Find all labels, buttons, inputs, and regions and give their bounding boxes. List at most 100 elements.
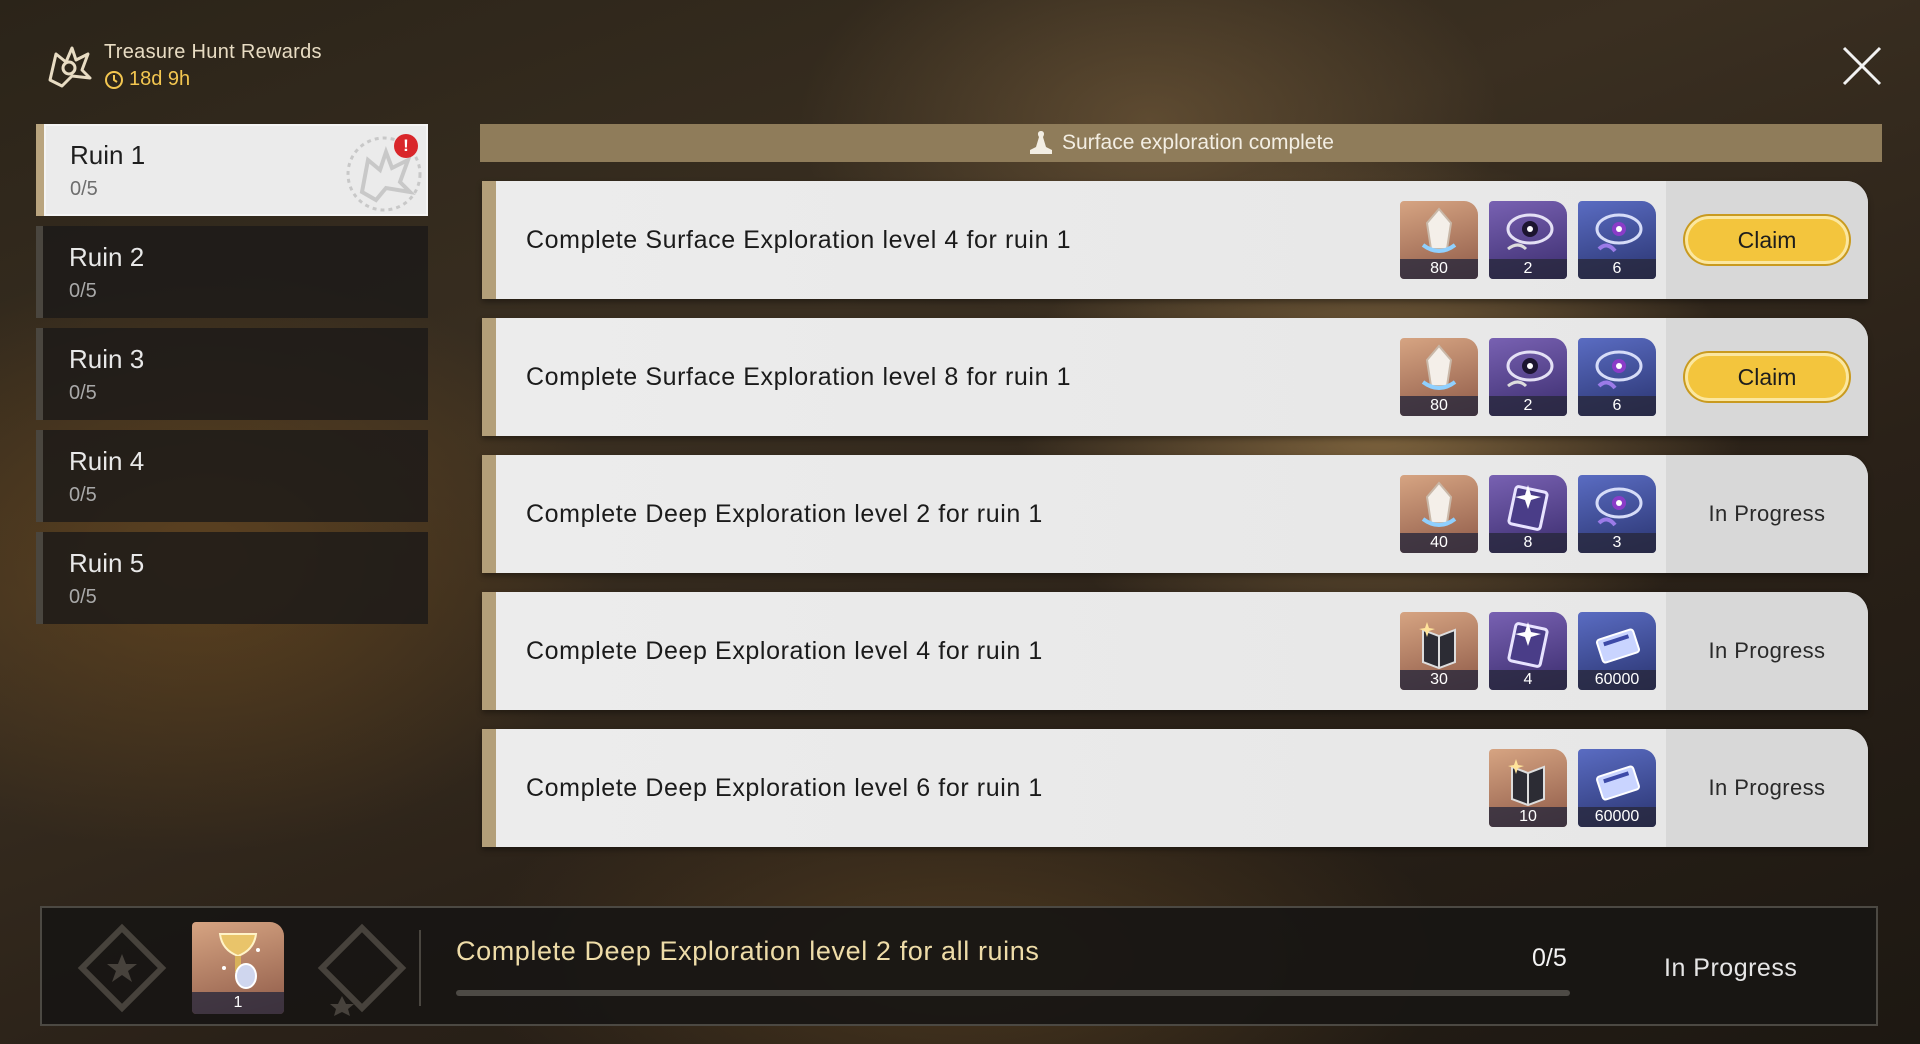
- claim-button[interactable]: Claim: [1685, 216, 1849, 264]
- ruin-progress: 0/5: [69, 586, 97, 608]
- quest-row: Complete Deep Exploration level 6 for ru…: [482, 729, 1868, 847]
- ruin-name: Ruin 4: [69, 446, 145, 476]
- reward-list: 10 60000: [1478, 749, 1656, 827]
- crystal-icon: [1421, 481, 1457, 527]
- crystal-icon: [1421, 344, 1457, 390]
- reward-count: 2: [1489, 259, 1567, 279]
- quest-description: Complete Deep Exploration level 2 for ru…: [526, 500, 1043, 528]
- final-quest-status: In Progress: [1664, 954, 1798, 982]
- quest-status: In Progress: [1708, 638, 1826, 663]
- reward-item[interactable]: 60000: [1578, 612, 1656, 690]
- sidebar-item-ruin-3[interactable]: Ruin 3 0/5: [36, 328, 428, 420]
- quest-status: In Progress: [1708, 501, 1826, 526]
- final-quest-progress-count: 0/5: [1532, 944, 1567, 972]
- reward-item[interactable]: 6: [1578, 338, 1656, 416]
- reward-list: 40 8 3: [1389, 475, 1656, 553]
- banner-text: Surface exploration complete: [1062, 131, 1334, 154]
- quest-action-area: In Progress: [1666, 729, 1868, 847]
- final-reward-item[interactable]: 1: [192, 922, 284, 1014]
- clock-icon: [105, 70, 123, 89]
- reward-list: 30 4 60000: [1389, 612, 1656, 690]
- quest-description: Complete Deep Exploration level 6 for ru…: [526, 774, 1043, 802]
- orb-icon: [1595, 350, 1643, 390]
- reward-item[interactable]: 60000: [1578, 749, 1656, 827]
- reward-count: 2: [1489, 396, 1567, 416]
- reward-count: 3: [1578, 533, 1656, 553]
- quest-row: Complete Deep Exploration level 4 for ru…: [482, 592, 1868, 710]
- reward-count: 6: [1578, 259, 1656, 279]
- reward-item[interactable]: 2: [1489, 338, 1567, 416]
- quest-action-area: Claim: [1666, 181, 1868, 299]
- reward-item[interactable]: 30: [1400, 612, 1478, 690]
- reward-item[interactable]: 3: [1578, 475, 1656, 553]
- event-title: Treasure Hunt Rewards: [104, 41, 322, 63]
- alert-badge: !: [394, 134, 418, 158]
- reward-count: 30: [1400, 670, 1478, 690]
- quest-action-area: In Progress: [1666, 592, 1868, 710]
- quest-row: Complete Surface Exploration level 4 for…: [482, 181, 1868, 299]
- timer-value: 18d 9h: [129, 68, 191, 90]
- data-card-icon: [1507, 485, 1549, 531]
- claim-button[interactable]: Claim: [1685, 353, 1849, 401]
- reward-item[interactable]: 8: [1489, 475, 1567, 553]
- coin-pack-icon: [1596, 765, 1640, 801]
- orb-icon: [1506, 213, 1554, 251]
- event-emblem-icon: [48, 46, 92, 88]
- ruin-name: Ruin 2: [69, 242, 145, 272]
- orb-icon: [1506, 350, 1554, 388]
- quest-description: Complete Surface Exploration level 4 for…: [526, 226, 1072, 254]
- reward-item[interactable]: 80: [1400, 201, 1478, 279]
- reward-count: 1: [192, 992, 284, 1014]
- orb-icon: [1595, 213, 1643, 253]
- ruin-progress: 0/5: [69, 280, 97, 302]
- reward-count: 80: [1400, 259, 1478, 279]
- reward-item[interactable]: 10: [1489, 749, 1567, 827]
- reward-list: 80 2 6: [1389, 338, 1656, 416]
- reward-item[interactable]: 80: [1400, 338, 1478, 416]
- mountain-icon: [1030, 131, 1052, 154]
- sidebar-item-ruin-5[interactable]: Ruin 5 0/5: [36, 532, 428, 624]
- orb-icon: [1595, 487, 1643, 527]
- quest-row: Complete Surface Exploration level 8 for…: [482, 318, 1868, 436]
- reward-count: 10: [1489, 807, 1567, 827]
- final-quest-bar: 1 Complete Deep Exploration level 2 for …: [40, 906, 1878, 1026]
- status-banner: Surface exploration complete: [480, 124, 1882, 162]
- ruin-progress: 0/5: [70, 178, 98, 200]
- reward-item[interactable]: 40: [1400, 475, 1478, 553]
- ruin-name: Ruin 3: [69, 344, 145, 374]
- reward-count: 8: [1489, 533, 1567, 553]
- ruin-name: Ruin 1: [70, 140, 146, 170]
- reward-item[interactable]: 2: [1489, 201, 1567, 279]
- reward-count: 80: [1400, 396, 1478, 416]
- sidebar-item-ruin-2[interactable]: Ruin 2 0/5: [36, 226, 428, 318]
- ruin-sidebar: Ruin 1 0/5 ! Ruin 2 0/5 Ruin 3 0/5 Ruin …: [36, 124, 430, 634]
- reward-count: 40: [1400, 533, 1478, 553]
- quest-status: In Progress: [1708, 775, 1826, 800]
- reward-item[interactable]: 4: [1489, 612, 1567, 690]
- event-timer: 18d 9h: [104, 68, 322, 91]
- quest-description: Complete Surface Exploration level 8 for…: [526, 363, 1072, 391]
- quest-action-area: In Progress: [1666, 455, 1868, 573]
- reward-list: 80 2 6: [1389, 201, 1656, 279]
- ruin-progress: 0/5: [69, 382, 97, 404]
- final-quest-progress-bar: [456, 990, 1570, 996]
- final-quest-description: Complete Deep Exploration level 2 for al…: [456, 936, 1040, 966]
- event-header: Treasure Hunt Rewards 18d 9h: [42, 36, 322, 96]
- ruin-progress: 0/5: [69, 484, 97, 506]
- crystal-icon: [1421, 207, 1457, 253]
- book-icon: [1508, 759, 1545, 807]
- quest-row: Complete Deep Exploration level 2 for ru…: [482, 455, 1868, 573]
- quest-action-area: Claim: [1666, 318, 1868, 436]
- close-icon[interactable]: [1840, 44, 1884, 88]
- reward-count: 60000: [1578, 670, 1656, 690]
- sidebar-item-ruin-1[interactable]: Ruin 1 0/5 !: [36, 124, 428, 216]
- reward-count: 6: [1578, 396, 1656, 416]
- quest-description: Complete Deep Exploration level 4 for ru…: [526, 637, 1043, 665]
- reward-count: 4: [1489, 670, 1567, 690]
- reward-count: 60000: [1578, 807, 1656, 827]
- reward-item[interactable]: 6: [1578, 201, 1656, 279]
- sidebar-item-ruin-4[interactable]: Ruin 4 0/5: [36, 430, 428, 522]
- ruin-name: Ruin 5: [69, 548, 145, 578]
- divider: [419, 930, 421, 1006]
- data-card-icon: [1507, 622, 1549, 668]
